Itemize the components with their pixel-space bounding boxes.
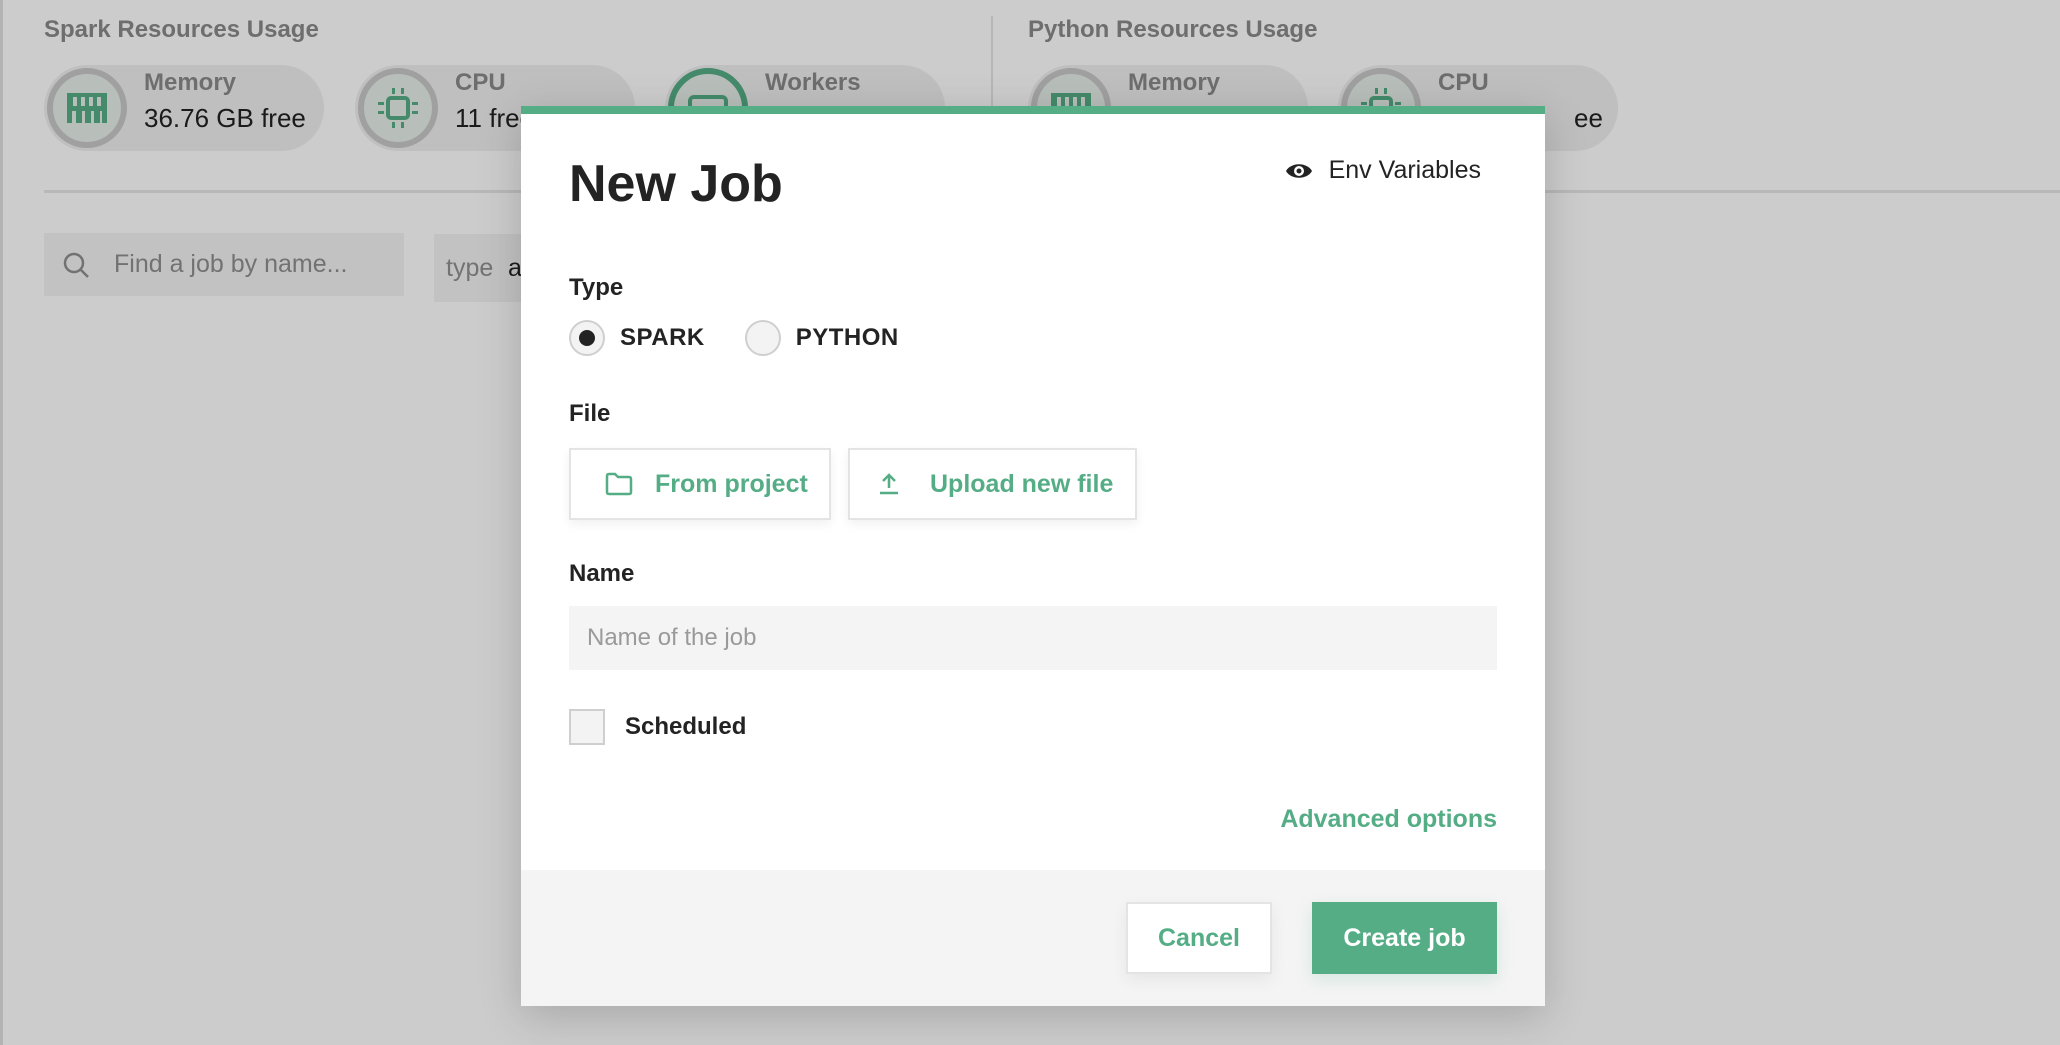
- radio-spark[interactable]: [569, 320, 605, 356]
- dialog-title: New Job: [569, 155, 783, 213]
- radio-selected-dot: [579, 330, 595, 346]
- type-radio-group: SPARK PYTHON: [569, 320, 899, 356]
- radio-python[interactable]: [744, 320, 781, 356]
- scheduled-checkbox[interactable]: [569, 709, 605, 745]
- upload-new-file-label: Upload new file: [930, 469, 1114, 498]
- job-name-input[interactable]: [569, 606, 1497, 670]
- name-label: Name: [569, 560, 635, 587]
- env-variables-label: Env Variables: [1328, 156, 1481, 184]
- from-project-button[interactable]: From project: [569, 448, 831, 520]
- eye-icon: [1285, 163, 1312, 178]
- upload-icon: [880, 473, 898, 495]
- radio-python-label[interactable]: PYTHON: [796, 324, 899, 352]
- upload-new-file-button[interactable]: Upload new file: [848, 448, 1137, 520]
- from-project-label: From project: [655, 469, 808, 498]
- new-job-dialog: New Job Env Variables Type SPARK PYTHON …: [521, 106, 1545, 1006]
- scheduled-label[interactable]: Scheduled: [625, 713, 746, 741]
- dialog-accent-bar: [521, 106, 1545, 114]
- file-label: File: [569, 400, 611, 427]
- type-label: Type: [569, 274, 624, 301]
- folder-icon: [605, 472, 633, 496]
- advanced-options-link[interactable]: Advanced options: [1280, 805, 1497, 834]
- cancel-button[interactable]: Cancel: [1126, 902, 1272, 974]
- create-job-button[interactable]: Create job: [1312, 902, 1497, 974]
- radio-spark-label[interactable]: SPARK: [620, 324, 705, 352]
- env-variables-button[interactable]: Env Variables: [1285, 156, 1481, 185]
- dialog-footer: Cancel Create job: [521, 870, 1545, 1006]
